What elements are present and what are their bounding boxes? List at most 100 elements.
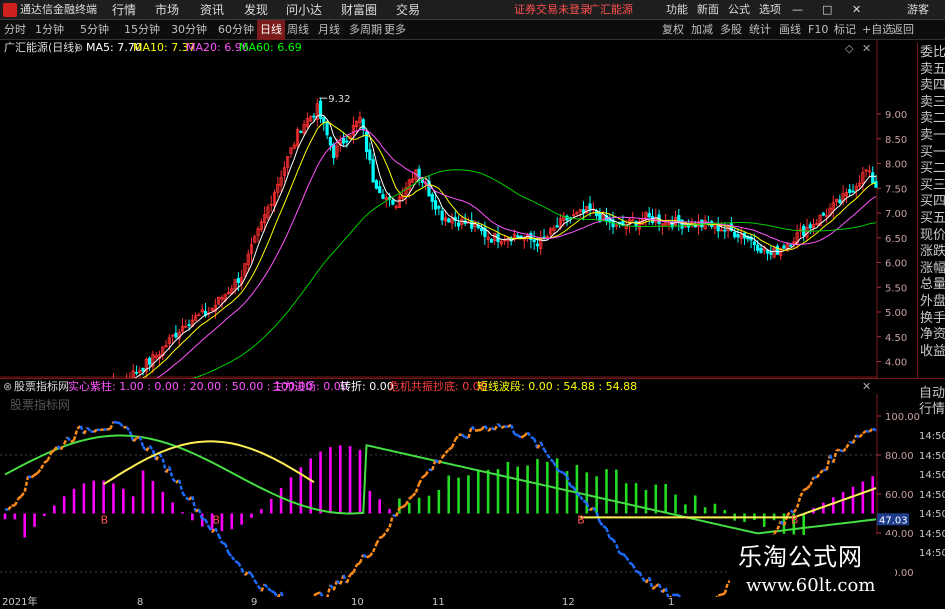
indicator-bar [703,507,707,514]
toolbar-button-stats[interactable]: 统计 [749,20,771,40]
period-tab-5min[interactable]: 5分钟 [80,20,109,40]
indicator-yellow-line [103,440,315,486]
toolbar-button-add-watch[interactable]: +自选 [862,20,893,40]
candle-body [437,206,441,209]
side-item-15[interactable]: 外盘 [920,294,945,310]
side-item-13[interactable]: 涨幅 [920,261,945,277]
indicator-oscillator-segment [366,554,371,559]
period-tab-15min[interactable]: 15分钟 [124,20,160,40]
toolbar-button-back[interactable]: 返回 [892,20,914,40]
minimize-icon[interactable]: — [792,0,803,20]
candle-body [756,244,760,251]
chart-expand-icon[interactable]: ◇ [845,42,853,56]
indicator-oscillator-segment [868,427,874,433]
candle-body [532,239,536,243]
period-tab-multi[interactable]: 多周期 [349,20,382,40]
side-item-16[interactable]: 换手 [920,311,945,327]
buy-signal: B [101,513,109,526]
side-item-8[interactable]: 买三 [920,178,945,194]
side-item-2[interactable]: 卖四 [920,78,945,94]
indicator-bar [447,475,451,514]
indicator-bar [23,513,27,538]
side-item-12[interactable]: 涨跌 [920,244,945,260]
indicator-close-icon[interactable]: ✕ [862,381,871,393]
toolbar-button-adjust[interactable]: 复权 [662,20,684,40]
menu-wealth[interactable]: 财富圈 [341,0,377,20]
side-lower-item-1[interactable]: 行情 [919,402,945,418]
maximize-icon[interactable]: □ [822,0,832,20]
menu-news[interactable]: 资讯 [200,0,224,20]
indicator-oscillator-segment [181,492,187,499]
indicator-toggle-icon[interactable]: ⊗ [3,379,12,395]
side-item-14[interactable]: 总量 [920,277,945,293]
indicator-oscillator-segment [542,448,549,456]
period-tab-30min[interactable]: 30分钟 [171,20,207,40]
side-item-9[interactable]: 买四 [920,194,945,210]
menu-quotes[interactable]: 行情 [112,0,136,20]
side-item-1[interactable]: 卖五 [920,62,945,78]
login-notice[interactable]: 证券交易未登录 [514,0,591,20]
menu-new-page[interactable]: 新面 [697,0,719,20]
period-tab-more[interactable]: 更多 [384,20,406,40]
price-tick-label: 7.00 [885,209,907,220]
close-icon[interactable]: ✕ [852,0,861,20]
period-tab-weekly[interactable]: 周线 [287,20,309,40]
candle-body [535,243,540,247]
side-item-4[interactable]: 卖二 [920,111,945,127]
candlestick-svg[interactable]: 9.00 8.50 8.00 7.50 7.00 6.50 6.00 5.50 5.00 4.50… [0,40,945,412]
indicator-oscillator-segment [819,468,825,474]
candle-body [759,247,763,253]
candle-body [723,229,727,232]
period-tab-intraday[interactable]: 分时 [4,20,26,40]
indicator-oscillator-segment [263,583,269,590]
side-item-11[interactable]: 现价 [920,228,945,244]
period-tab-daily[interactable]: 日线 [257,20,285,40]
menu-options[interactable]: 选项 [759,0,781,20]
candlestick-chart[interactable]: 9.00 8.50 8.00 7.50 7.00 6.50 6.00 5.50 5.00 4.50… [0,40,945,412]
indicator-oscillator-segment [546,453,552,461]
indicator-oscillator-segment [815,472,822,479]
menu-formula[interactable]: 公式 [728,0,750,20]
toolbar-button-add-remove[interactable]: 加减 [691,20,713,40]
menu-ask[interactable]: 问小达 [286,0,322,20]
indicator-oscillator-segment [375,537,381,545]
chart-close-icon[interactable]: ✕ [862,42,871,56]
indicator-oscillator-segment [539,441,546,450]
side-item-3[interactable]: 卖三 [920,95,945,111]
toolbar-button-f10[interactable]: F10 [808,20,828,40]
guest-label[interactable]: 游客 [907,0,929,20]
period-tab-monthly[interactable]: 月线 [318,20,340,40]
side-item-6[interactable]: 买一 [920,145,945,161]
menu-trade[interactable]: 交易 [396,0,420,20]
toolbar-button-multi-stock[interactable]: 多股 [720,20,742,40]
indicator-oscillator-segment [598,521,605,527]
menu-function[interactable]: 功能 [666,0,688,20]
indicator-bar [417,497,421,514]
indicator-bar [762,513,766,527]
period-tab-1min[interactable]: 1分钟 [35,20,64,40]
ma10-line [4,121,877,400]
indicator-bar [62,496,66,514]
stock-link[interactable]: 广汇能源 [589,0,633,20]
indicator-bar [348,446,352,514]
toolbar-button-mark[interactable]: 标记 [834,20,856,40]
side-item-7[interactable]: 买二 [920,161,945,177]
side-lower-item-0[interactable]: 自动 [919,386,945,402]
side-item-5[interactable]: 卖一 [920,128,945,144]
indicator-oscillator-segment [401,503,407,509]
side-item-10[interactable]: 买五 [920,211,945,227]
side-item-18[interactable]: 收益 [920,344,945,360]
price-tick-label: 6.50 [885,234,907,245]
menu-discover[interactable]: 发现 [244,0,268,20]
indicator-oscillator-segment [461,433,466,439]
side-item-17[interactable]: 净资 [920,327,945,343]
ma-toggle-icon[interactable]: ⊗ [74,40,83,56]
indicator-name[interactable]: 股票指标网 [14,379,69,395]
period-tab-60min[interactable]: 60分钟 [218,20,254,40]
side-item-0[interactable]: 委比 [920,45,945,61]
indicator-oscillator-segment [13,498,20,507]
buy-signal: B [791,513,799,526]
toolbar-button-draw[interactable]: 画线 [779,20,801,40]
candle-body [361,119,365,131]
menu-market[interactable]: 市场 [155,0,179,20]
